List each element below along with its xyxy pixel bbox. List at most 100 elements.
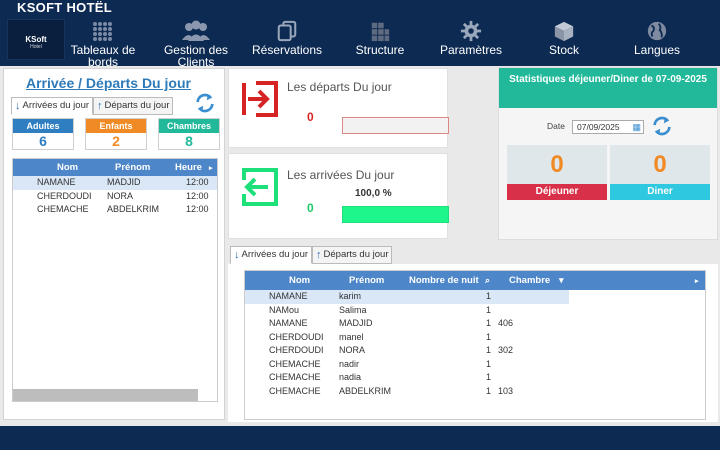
column-header[interactable]: Prénom <box>349 275 384 286</box>
nav-label: Clients <box>177 55 215 69</box>
refresh-icon[interactable] <box>194 92 216 114</box>
tab-departures[interactable]: ↑ Départs du jour <box>312 246 393 264</box>
table-row[interactable]: CHERDOUDI NORA 1 302 <box>245 344 705 358</box>
table-row[interactable]: NAMANE MADJID 12:00 <box>13 176 217 190</box>
stat-value: 2 <box>112 133 120 149</box>
column-header[interactable]: Heure <box>175 162 202 173</box>
column-header[interactable]: Prénom <box>115 162 150 173</box>
cell-nom: CHEMACHE <box>269 358 321 369</box>
nav-gestion-des-clients[interactable]: Gestion des Clients <box>158 16 234 69</box>
tab-label: Arrivées du jour <box>241 249 309 260</box>
cell-heure: 12:00 <box>186 204 209 214</box>
cell-heure: 12:00 <box>186 190 209 201</box>
filter-icon[interactable]: ▾ <box>559 275 564 286</box>
date-field[interactable]: 07/09/2025 ▦ <box>572 120 644 134</box>
nav-stock[interactable]: Stock <box>534 16 594 66</box>
cell-prenom: MADJID <box>107 177 141 187</box>
table-row[interactable]: NAMANE MADJID 1 406 <box>245 317 705 331</box>
nav-tableaux-de-bords[interactable]: Tableaux de bords <box>66 16 140 68</box>
cell-nom: CHERDOUDI <box>269 331 324 342</box>
tab-departures[interactable]: ↑ Départs du jour <box>93 97 174 115</box>
nav-label: Stock <box>548 43 579 57</box>
cell-nom: CHEMACHE <box>269 372 321 382</box>
column-header[interactable]: Nom <box>57 162 78 173</box>
cell-nuits: 1 <box>486 372 492 382</box>
departures-progress-bar <box>342 117 449 134</box>
cell-nuits: 1 <box>486 318 492 328</box>
nav-label: Paramètres <box>439 43 503 57</box>
arrivals-grid: Nom Prénom Heure ▸ NAMANE MADJID 12:00 C… <box>12 158 218 402</box>
nav-reservations[interactable]: Réservations <box>246 16 328 66</box>
scroll-right-icon[interactable]: ▸ <box>209 164 213 172</box>
calendar-icon[interactable]: ▦ <box>632 121 641 133</box>
card-title: Les départs Du jour <box>287 80 392 94</box>
tab-label: Arrivées du jour <box>22 100 90 111</box>
building-icon <box>371 22 390 42</box>
table-row[interactable]: CHEMACHE nadia 1 <box>245 371 705 385</box>
cell-prenom: nadir <box>339 358 360 369</box>
exit-icon <box>242 81 278 117</box>
horizontal-scrollbar[interactable] <box>13 389 198 401</box>
gear-icon <box>460 20 482 42</box>
stat-label: Adultes <box>13 119 73 133</box>
refresh-icon[interactable] <box>651 115 673 137</box>
column-header[interactable]: Nombre de nuit <box>409 275 479 286</box>
nav-parametres[interactable]: Paramètres <box>432 16 510 66</box>
diner-label: Diner <box>610 184 710 200</box>
cell-prenom: ABDELKRIM <box>339 385 392 396</box>
bottom-tabs: ↓ Arrivées du jour ↑ Départs du jour <box>230 246 393 264</box>
column-header[interactable]: Chambre <box>509 275 550 286</box>
app-title: KSOFT HOTËL <box>0 0 720 16</box>
diner-value: 0 <box>653 151 667 178</box>
users-icon <box>182 20 210 41</box>
card-title: Les arrivées Du jour <box>287 168 395 182</box>
tab-arrivals[interactable]: ↓ Arrivées du jour <box>11 97 94 115</box>
globe-icon <box>647 21 667 41</box>
app-logo[interactable]: KSoft Hotel <box>7 19 65 60</box>
cell-nom: NAMANE <box>269 318 308 328</box>
arrivals-table-panel: Nom Prénom Nombre de nuit ⌕ Chambre ▾ ▸ … <box>228 264 718 422</box>
left-tabs: ↓ Arrivées du jour ↑ Départs du jour <box>11 97 174 115</box>
arrivals-progress-bar <box>342 206 449 223</box>
nav-label: Langues <box>633 43 681 57</box>
cell-prenom: nadia <box>339 372 362 382</box>
grid-dots-icon <box>93 22 112 41</box>
table-row[interactable]: CHERDOUDI NORA 12:00 <box>13 190 217 204</box>
logo-subtext: Hotel <box>30 44 42 50</box>
table-row[interactable]: CHEMACHE ABDELKRIM 1 103 <box>245 385 705 399</box>
nav-structure[interactable]: Structure <box>344 16 416 66</box>
cell-chambre: 302 <box>498 345 514 355</box>
cell-nuits: 1 <box>486 291 492 301</box>
cell-prenom: ABDELKRIM <box>107 204 160 214</box>
nav-langues[interactable]: Langues <box>622 16 692 66</box>
tab-arrivals[interactable]: ↓ Arrivées du jour <box>230 246 313 264</box>
column-header[interactable]: Nom <box>289 275 310 286</box>
cell-nom: CHERDOUDI <box>37 190 92 201</box>
search-icon[interactable]: ⌕ <box>485 275 490 286</box>
nav-label: Structure <box>355 43 405 57</box>
table-body: NAMANE karim 1 NAMou Salima 1 NAMANE MADJID 1 406… <box>245 290 705 398</box>
table-row[interactable]: CHEMACHE ABDELKRIM 12:00 <box>13 203 217 217</box>
scroll-right-icon[interactable]: ▸ <box>695 277 699 285</box>
cell-prenom: MADJID <box>339 318 373 328</box>
table-row[interactable]: NAMou Salima 1 <box>245 304 705 318</box>
cell-nom: NAMANE <box>37 177 76 187</box>
cell-prenom: Salima <box>339 304 367 315</box>
tab-label: Départs du jour <box>323 249 389 260</box>
table-row[interactable]: CHEMACHE nadir 1 <box>245 358 705 372</box>
table-row[interactable]: NAMANE karim 1 <box>245 290 569 304</box>
cell-nuits: 1 <box>486 345 492 355</box>
table-row[interactable]: CHERDOUDI manel 1 <box>245 331 705 345</box>
date-label: Date <box>547 121 565 131</box>
cell-nuits: 1 <box>486 385 492 396</box>
tab-label: Départs du jour <box>104 100 170 111</box>
arrow-up-icon: ↑ <box>97 100 103 112</box>
cell-nuits: 1 <box>486 331 492 342</box>
cell-chambre: 406 <box>498 318 514 328</box>
dejeuner-label: Déjeuner <box>507 184 607 200</box>
arrow-down-icon: ↓ <box>234 249 240 261</box>
copy-icon <box>277 20 297 42</box>
cell-heure: 12:00 <box>186 177 209 187</box>
cell-nom: NAMou <box>269 304 300 315</box>
panel-title[interactable]: Arrivée / Départs Du jour <box>26 75 191 91</box>
